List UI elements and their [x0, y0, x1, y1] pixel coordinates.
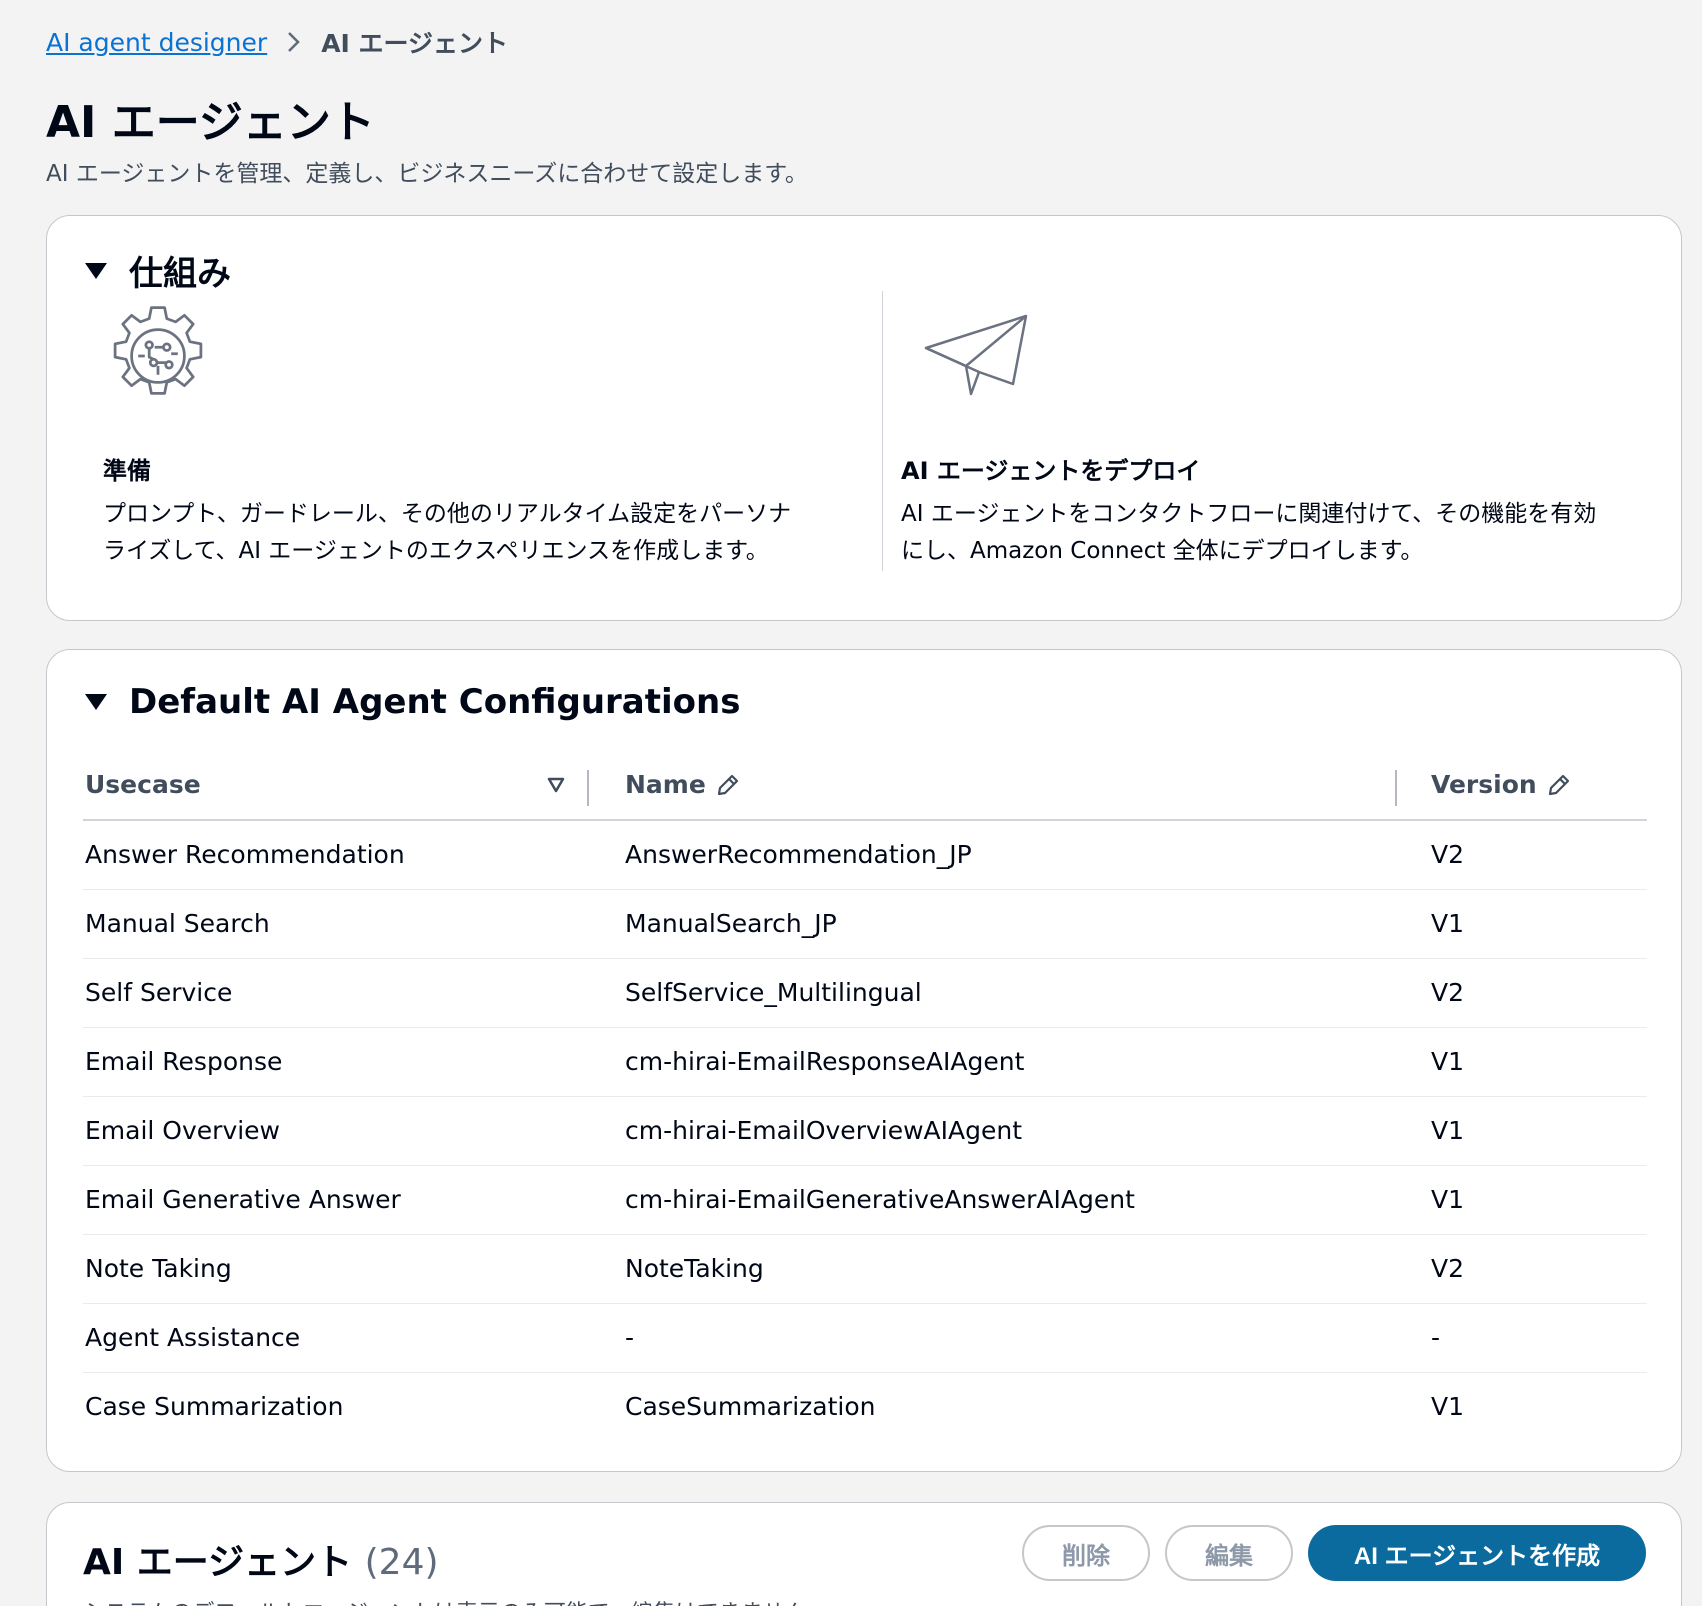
delete-button[interactable]: 削除	[1022, 1525, 1150, 1581]
chevron-right-icon	[287, 31, 301, 53]
how-it-works-title: 仕組み	[129, 254, 231, 294]
cell-name: CaseSummarization	[625, 1392, 876, 1422]
breadcrumb: AI agent designer AI エージェント	[46, 24, 508, 60]
breadcrumb-current: AI エージェント	[321, 29, 509, 58]
how-step-deploy-title: AI エージェントをデプロイ	[901, 457, 1201, 485]
cell-usecase: Email Response	[83, 1027, 589, 1097]
cell-name: NoteTaking	[589, 1234, 1397, 1304]
cell-name: cm-hirai-EmailOverviewAIAgent	[589, 1096, 1397, 1166]
how-it-works-panel: 仕組み 準備 プロンプト、ガードレール、その他のリアルタイム設定をパーソナ ライ	[46, 215, 1682, 621]
cell-usecase: Note Taking	[83, 1234, 589, 1304]
page-title: AI エージェント	[46, 97, 375, 148]
cell-usecase: Self Service	[83, 958, 589, 1028]
how-step-prepare-title: 準備	[103, 457, 151, 485]
cell-name: cm-hirai-EmailGenerativeAnswerAIAgent	[589, 1165, 1397, 1235]
cell-usecase: Email Overview	[83, 1096, 589, 1166]
cell-usecase: Case Summarization	[85, 1392, 344, 1422]
pencil-icon	[1547, 773, 1571, 797]
table-row: Manual Search ManualSearch_JP V1	[83, 889, 1647, 959]
how-it-works-toggle[interactable]: 仕組み	[85, 246, 231, 295]
paper-plane-icon	[901, 291, 1661, 421]
column-header-version: Version	[1397, 750, 1647, 821]
cell-usecase: Agent Assistance	[83, 1303, 589, 1373]
gear-circuit-icon	[103, 291, 863, 421]
cell-version: V1	[1397, 1096, 1647, 1166]
table-row: Agent Assistance - -	[83, 1303, 1647, 1373]
page-description: AI エージェントを管理、定義し、ビジネスニーズに合わせて設定します。	[46, 161, 808, 187]
default-configurations-title: Default AI Agent Configurations	[129, 682, 741, 722]
cell-name: cm-hirai-EmailResponseAIAgent	[589, 1027, 1397, 1097]
breadcrumb-link-ai-agent-designer[interactable]: AI agent designer	[46, 28, 267, 57]
caret-down-icon	[85, 262, 107, 279]
table-row: Answer Recommendation AnswerRecommendatio…	[83, 820, 1647, 890]
column-header-name: Name	[589, 750, 1397, 821]
cell-usecase: Email Generative Answer	[83, 1165, 589, 1235]
cell-name: SelfService_Multilingual	[589, 958, 1397, 1028]
cell-version: V2	[1397, 1234, 1647, 1304]
default-configurations-panel: Default AI Agent Configurations Usecase	[46, 649, 1682, 1472]
table-row: Email Overview cm-hirai-EmailOverviewAIAg…	[83, 1096, 1647, 1166]
sort-down-icon[interactable]	[547, 777, 565, 793]
table-row: Note Taking NoteTaking V2	[83, 1234, 1647, 1304]
cell-version: V1	[1397, 1165, 1647, 1235]
cell-name: ManualSearch_JP	[589, 889, 1397, 959]
cell-usecase: Answer Recommendation	[83, 820, 589, 890]
cell-version: V2	[1397, 820, 1647, 890]
default-configurations-toggle[interactable]: Default AI Agent Configurations	[85, 682, 740, 722]
cell-version: V1	[1431, 1392, 1465, 1422]
ai-agents-description: システムのデフォルトエージェントは表示のみ可能で、編集はできません。	[83, 1595, 828, 1606]
edit-button[interactable]: 編集	[1165, 1525, 1293, 1581]
pencil-icon	[716, 773, 740, 797]
table-row: Case Summarization CaseSummarization V1	[83, 1372, 1647, 1441]
default-configurations-table: Usecase Name Version Answer Recommendati…	[83, 750, 1647, 1441]
how-step-deploy: AI エージェントをデプロイ AI エージェントをコンタクトフローに関連付けて、…	[882, 291, 1662, 571]
cell-version: V2	[1397, 958, 1647, 1028]
cell-version: V1	[1397, 889, 1647, 959]
how-step-deploy-text: AI エージェントをコンタクトフローに関連付けて、その機能を有効 にし、Amaz…	[901, 501, 1597, 564]
cell-name: AnswerRecommendation_JP	[589, 820, 1397, 890]
ai-agents-count: (24)	[364, 1542, 439, 1583]
table-header-row: Usecase Name Version	[83, 750, 1647, 821]
cell-version: V1	[1397, 1027, 1647, 1097]
cell-name: -	[589, 1303, 1397, 1373]
how-step-prepare-text: プロンプト、ガードレール、その他のリアルタイム設定をパーソナ ライズして、AI …	[103, 501, 792, 564]
create-ai-agent-button[interactable]: AI エージェントを作成	[1308, 1525, 1646, 1581]
table-row: Email Generative Answer cm-hirai-EmailGen…	[83, 1165, 1647, 1235]
column-header-usecase: Usecase	[83, 750, 589, 821]
ai-agents-panel: AI エージェント (24) 削除 編集 AI エージェントを作成 システムのデ…	[46, 1502, 1682, 1606]
table-row: Self Service SelfService_Multilingual V2	[83, 958, 1647, 1028]
table-row: Email Response cm-hirai-EmailResponseAIAg…	[83, 1027, 1647, 1097]
caret-down-icon	[85, 694, 107, 710]
cell-version: -	[1397, 1303, 1647, 1373]
ai-agents-title: AI エージェント (24)	[83, 1542, 439, 1583]
cell-usecase: Manual Search	[83, 889, 589, 959]
